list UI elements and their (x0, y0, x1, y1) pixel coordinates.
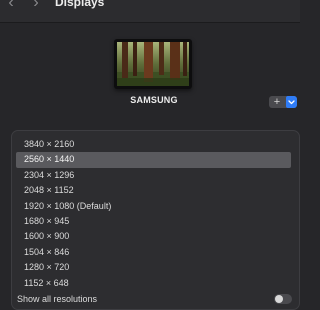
back-button[interactable]: ‹ (2, 0, 20, 12)
forest-wallpaper-preview (117, 42, 189, 86)
forward-button[interactable]: › (27, 0, 45, 12)
title-bar: ‹ › Displays (0, 0, 300, 22)
add-display-control[interactable]: + (269, 96, 297, 108)
resolution-option-selected[interactable]: 2560 × 1440 (16, 152, 291, 168)
resolution-option[interactable]: 1600 × 900 (16, 229, 291, 244)
resolution-option[interactable]: 1280 × 720 (16, 260, 291, 275)
show-all-resolutions-toggle[interactable] (274, 294, 292, 304)
resolution-panel: 3840 × 2160 2560 × 1440 2304 × 1296 2048… (11, 130, 300, 310)
add-display-button[interactable]: + (269, 96, 285, 108)
resolution-option[interactable]: 1920 × 1080 (Default) (16, 199, 291, 214)
resolution-option[interactable]: 1152 × 648 (16, 276, 291, 291)
resolution-option[interactable]: 1504 × 846 (16, 245, 291, 260)
resolution-option[interactable]: 2048 × 1152 (16, 183, 291, 198)
resolution-list: 3840 × 2160 2560 × 1440 2304 × 1296 2048… (16, 137, 291, 291)
page-title: Displays (55, 0, 105, 9)
header-divider (0, 22, 300, 23)
chevron-left-icon: ‹ (8, 0, 14, 11)
toggle-knob (275, 295, 283, 303)
chevron-down-icon[interactable] (286, 96, 297, 108)
resolution-option[interactable]: 2304 × 1296 (16, 168, 291, 183)
display-thumbnail[interactable] (114, 39, 192, 89)
resolution-option[interactable]: 3840 × 2160 (16, 137, 291, 152)
show-all-resolutions-label: Show all resolutions (17, 294, 98, 304)
display-name: SAMSUNG (130, 95, 178, 105)
chevron-right-icon: › (33, 0, 39, 11)
resolution-option[interactable]: 1680 × 945 (16, 214, 291, 229)
